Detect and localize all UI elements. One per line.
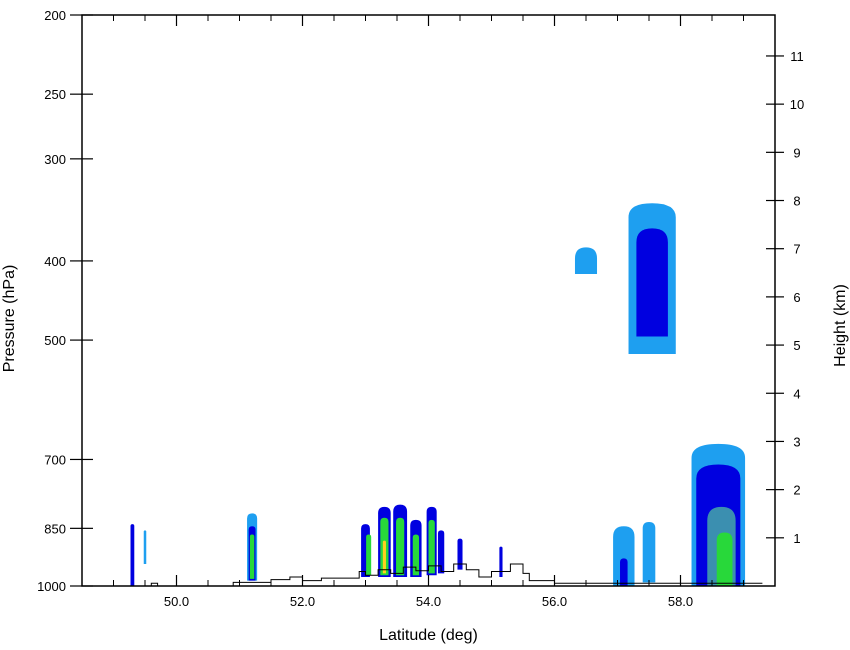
x-tick-label: 50.0 bbox=[164, 594, 189, 609]
height-tick-label: 3 bbox=[793, 434, 800, 449]
contour-cell-11 bbox=[396, 517, 405, 576]
cross-section-chart: 50.0 52.0 54.0 56.0 58.020025030040050070085… bbox=[1, 8, 849, 644]
height-tick-label: 9 bbox=[793, 145, 800, 160]
height-tick-label: 2 bbox=[793, 483, 800, 498]
contour-cell-6 bbox=[366, 534, 372, 576]
contour-cell-20 bbox=[620, 558, 628, 586]
x-tick-label: 52.0 bbox=[290, 594, 315, 609]
height-tick-label: 5 bbox=[793, 338, 800, 353]
contour-cell-17 bbox=[457, 538, 463, 570]
y-axis-left-title: Pressure (hPa) bbox=[1, 265, 18, 373]
contour-cell-21 bbox=[642, 522, 656, 583]
pressure-tick-label: 400 bbox=[44, 254, 66, 269]
x-axis-title: Latitude (deg) bbox=[379, 627, 478, 644]
contour-cell-4 bbox=[249, 534, 255, 579]
orography-line bbox=[82, 563, 763, 587]
contour-cell-25 bbox=[716, 532, 733, 586]
pressure-tick-label: 250 bbox=[44, 87, 66, 102]
pressure-tick-label: 200 bbox=[44, 8, 66, 23]
tick-layer: 50.0 52.0 54.0 56.0 58.020025030040050070085… bbox=[37, 8, 804, 609]
height-tick-label: 11 bbox=[790, 49, 804, 64]
pressure-tick-label: 1000 bbox=[37, 579, 66, 594]
contour-cell-0 bbox=[130, 524, 135, 586]
x-tick-label: 58.0 bbox=[668, 594, 693, 609]
contour-cell-9 bbox=[382, 540, 386, 574]
contour-cell-18 bbox=[499, 546, 503, 578]
pressure-tick-label: 850 bbox=[44, 521, 66, 536]
y-axis-right-title: Height (km) bbox=[832, 284, 849, 367]
height-tick-label: 8 bbox=[793, 194, 800, 209]
contour-layer bbox=[130, 203, 746, 586]
pressure-tick-label: 500 bbox=[44, 333, 66, 348]
contour-cell-15 bbox=[428, 519, 435, 574]
x-tick-label: 54.0 bbox=[416, 594, 441, 609]
height-tick-label: 6 bbox=[793, 290, 800, 305]
height-tick-label: 4 bbox=[793, 386, 800, 401]
orography-layer bbox=[82, 563, 763, 587]
contour-cell-1 bbox=[143, 530, 147, 565]
contour-cell-26 bbox=[574, 247, 598, 274]
height-tick-label: 10 bbox=[790, 97, 804, 112]
contour-cell-28 bbox=[636, 228, 668, 337]
pressure-tick-label: 300 bbox=[44, 152, 66, 167]
height-tick-label: 1 bbox=[793, 531, 800, 546]
height-tick-label: 7 bbox=[793, 242, 800, 257]
x-tick-label: 56.0 bbox=[542, 594, 567, 609]
pressure-tick-label: 700 bbox=[44, 452, 66, 467]
